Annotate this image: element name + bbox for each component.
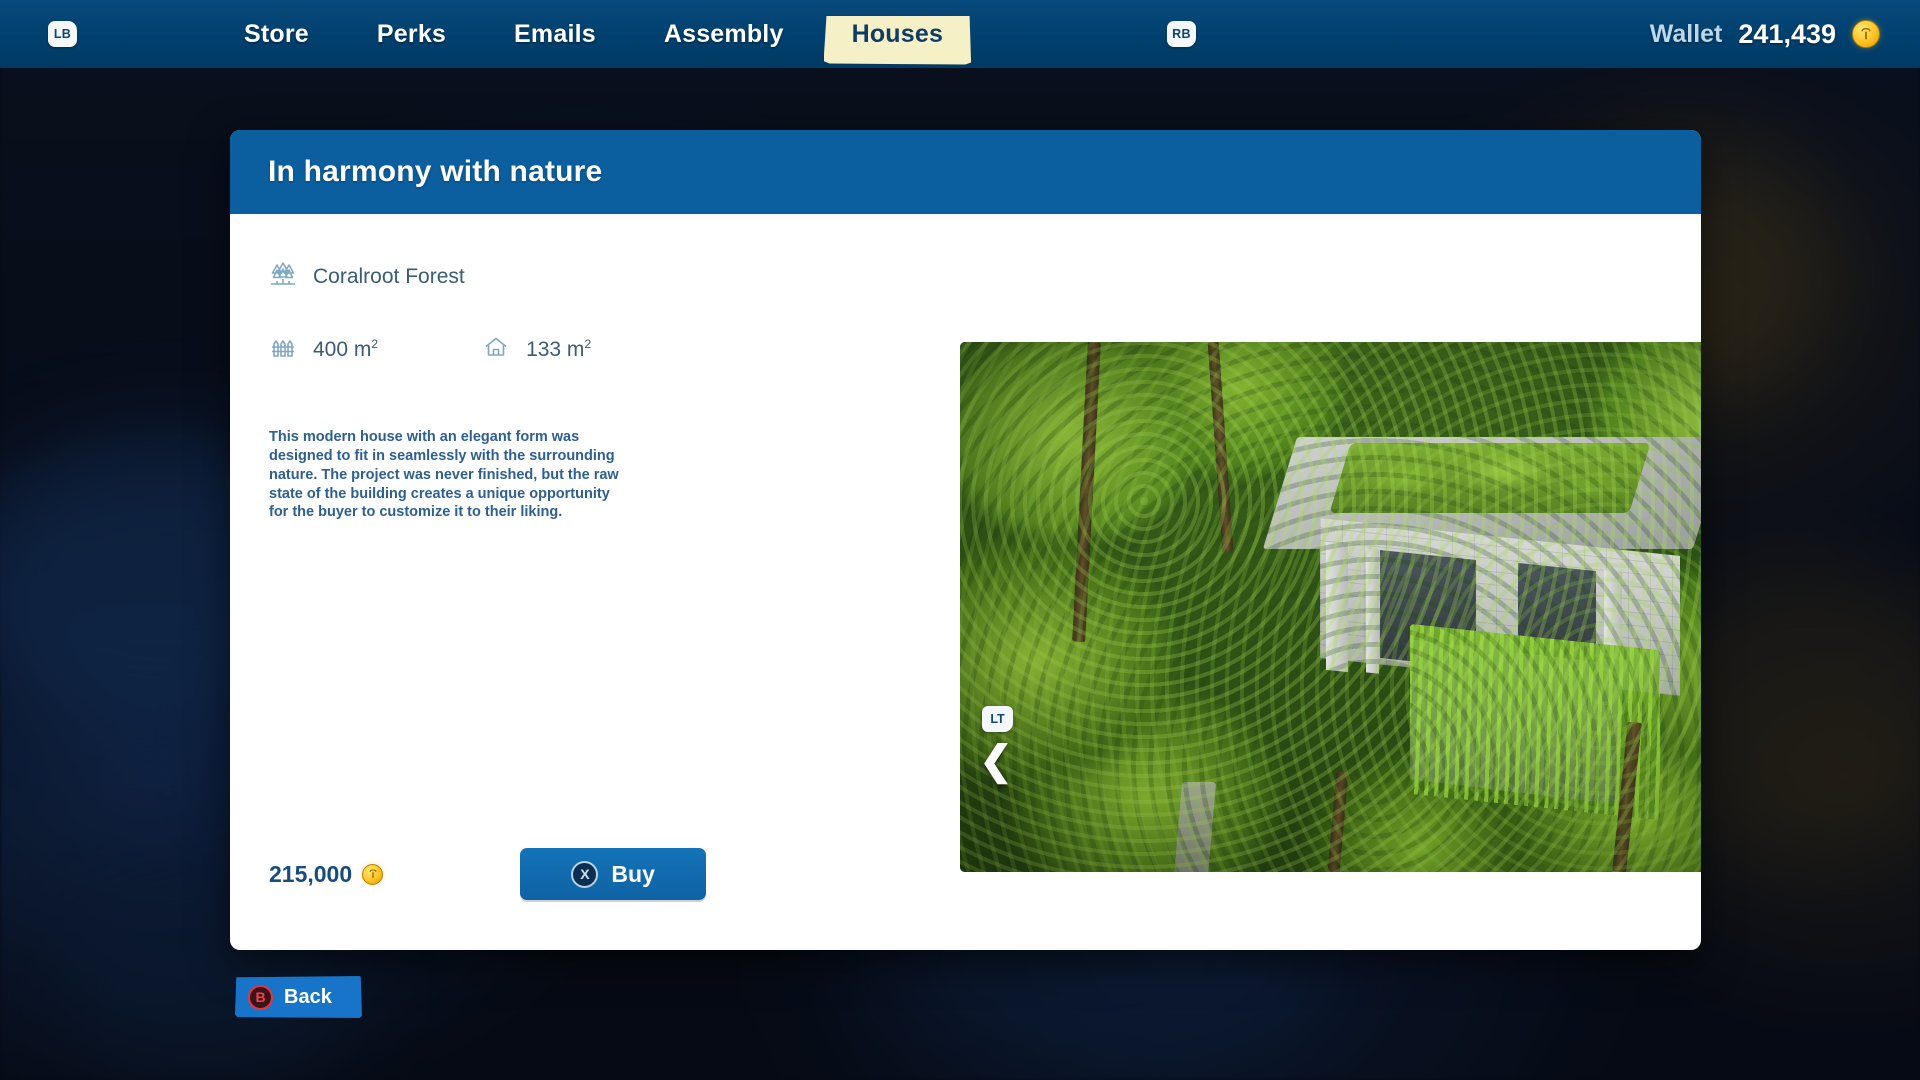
page-title: In harmony with nature [268, 155, 603, 188]
plot-area-stat: 400 m2 [269, 333, 378, 366]
tab-assembly[interactable]: Assembly [630, 20, 818, 49]
tab-store[interactable]: Store [210, 20, 343, 49]
left-trigger-icon[interactable]: LT [982, 706, 1013, 732]
floor-area-value: 133 m2 [526, 337, 592, 361]
house-hero-image[interactable] [960, 342, 1701, 872]
tab-houses-label: Houses [851, 19, 944, 48]
house-price: 215,000 [269, 860, 384, 888]
main-nav-tabs: Store Perks Emails Assembly Houses [210, 0, 977, 68]
left-bumper-label: LB [53, 27, 72, 41]
tab-houses[interactable]: Houses [818, 20, 978, 49]
house-stats-row: 400 m2 133 m2 [269, 333, 690, 366]
hero-artwork [960, 342, 1701, 872]
wallet-label: Wallet [1649, 19, 1723, 48]
tab-store-label: Store [244, 19, 309, 48]
buy-button-label: Buy [611, 860, 655, 887]
tab-perks[interactable]: Perks [343, 20, 480, 49]
fence-plot-icon [269, 333, 297, 366]
house-detail-panel: In harmony with nature Coralroot Forest … [230, 130, 1701, 950]
back-button-label: Back [284, 985, 332, 1008]
tab-assembly-label: Assembly [663, 19, 784, 48]
house-description: This modern house with an elegant form w… [269, 429, 619, 521]
tab-perks-label: Perks [376, 19, 447, 48]
left-trigger-label: LT [990, 712, 1005, 726]
coin-icon [1852, 20, 1880, 48]
wallet-amount: 241,439 [1738, 18, 1836, 49]
panel-body: Coralroot Forest 400 m2 133 m2 This mode… [230, 214, 1701, 950]
location-row: Coralroot Forest [269, 260, 690, 293]
floor-area-stat: 133 m2 [482, 333, 591, 366]
price-and-buy-row: 215,000 X Buy [269, 848, 707, 900]
house-info-column: Coralroot Forest 400 m2 133 m2 This mode… [230, 214, 730, 950]
tab-emails-label: Emails [514, 19, 596, 48]
top-navigation-bar: LB Store Perks Emails Assembly Houses RB… [0, 0, 1920, 68]
house-price-value: 215,000 [269, 860, 353, 887]
back-button[interactable]: B Back [235, 976, 362, 1018]
buy-button[interactable]: X Buy [520, 848, 707, 900]
right-bumper-icon[interactable]: RB [1167, 21, 1196, 47]
panel-header: In harmony with nature [230, 130, 1701, 214]
wallet-display: Wallet 241,439 [1650, 0, 1880, 68]
house-icon [482, 333, 510, 366]
forest-trees-icon [269, 260, 297, 293]
b-button-icon: B [248, 984, 273, 1010]
x-button-icon: X [571, 860, 599, 888]
tab-emails[interactable]: Emails [480, 20, 630, 49]
coin-icon [362, 863, 384, 885]
left-bumper-icon[interactable]: LB [48, 21, 77, 47]
plot-area-value: 400 m2 [313, 337, 379, 361]
hero-vignette [960, 342, 1701, 872]
location-name: Coralroot Forest [313, 264, 465, 288]
chevron-left-icon[interactable]: ❮ [978, 738, 1014, 784]
right-bumper-label: RB [1172, 27, 1191, 41]
